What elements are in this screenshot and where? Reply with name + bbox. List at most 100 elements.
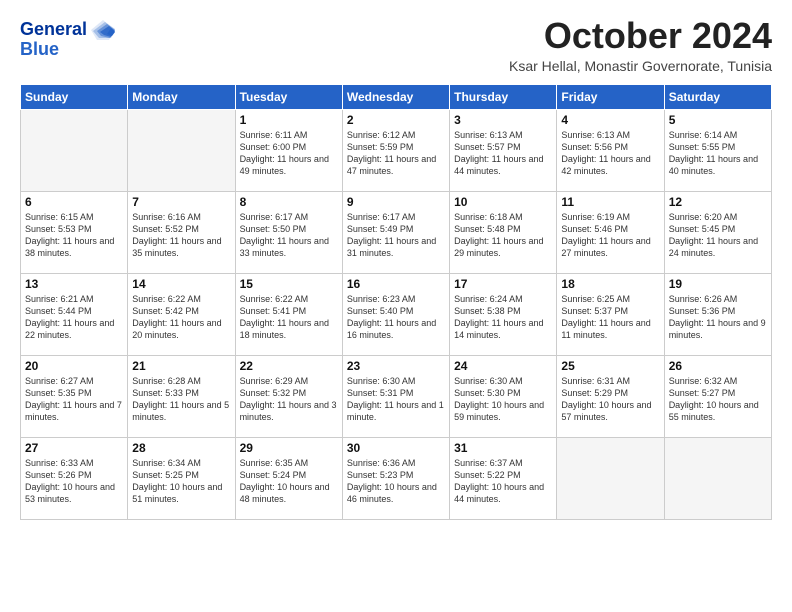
calendar-week-row: 20 Sunrise: 6:27 AMSunset: 5:35 PMDayligh…: [21, 355, 772, 437]
cell-content: Sunrise: 6:19 AMSunset: 5:46 PMDaylight:…: [561, 211, 659, 260]
cell-content: Sunrise: 6:37 AMSunset: 5:22 PMDaylight:…: [454, 457, 552, 506]
logo-icon: [89, 16, 117, 44]
day-number: 10: [454, 195, 552, 209]
day-number: 21: [132, 359, 230, 373]
calendar-cell: 16Sunrise: 6:23 AMSunset: 5:40 PMDayligh…: [342, 273, 449, 355]
header-wednesday: Wednesday: [342, 84, 449, 109]
header-saturday: Saturday: [664, 84, 771, 109]
day-number: 24: [454, 359, 552, 373]
day-number: 4: [561, 113, 659, 127]
day-number: 17: [454, 277, 552, 291]
calendar-cell: 2Sunrise: 6:12 AMSunset: 5:59 PMDaylight…: [342, 109, 449, 191]
day-number: 3: [454, 113, 552, 127]
calendar-cell: 25Sunrise: 6:31 AMSunset: 5:29 PMDayligh…: [557, 355, 664, 437]
calendar-cell: 7 Sunrise: 6:16 AMSunset: 5:52 PMDaylight…: [128, 191, 235, 273]
day-number: 13: [25, 277, 123, 291]
header-friday: Friday: [557, 84, 664, 109]
cell-content: Sunrise: 6:33 AMSunset: 5:26 PMDaylight:…: [25, 457, 123, 506]
cell-content: Sunrise: 6:17 AMSunset: 5:49 PMDaylight:…: [347, 211, 445, 260]
calendar-cell: [21, 109, 128, 191]
calendar-cell: 12Sunrise: 6:20 AMSunset: 5:45 PMDayligh…: [664, 191, 771, 273]
day-number: 1: [240, 113, 338, 127]
logo: General Blue: [20, 16, 117, 60]
header-sunday: Sunday: [21, 84, 128, 109]
cell-content: Sunrise: 6:30 AMSunset: 5:30 PMDaylight:…: [454, 375, 552, 424]
cell-content: Sunrise: 6:29 AMSunset: 5:32 PMDaylight:…: [240, 375, 338, 424]
calendar-cell: 21 Sunrise: 6:28 AMSunset: 5:33 PMDayligh…: [128, 355, 235, 437]
calendar-cell: 31 Sunrise: 6:37 AMSunset: 5:22 PMDayligh…: [450, 437, 557, 519]
cell-content: Sunrise: 6:16 AMSunset: 5:52 PMDaylight:…: [132, 211, 230, 260]
title-section: October 2024 Ksar Hellal, Monastir Gover…: [509, 16, 772, 74]
month-title: October 2024: [509, 16, 772, 56]
cell-content: Sunrise: 6:32 AMSunset: 5:27 PMDaylight:…: [669, 375, 767, 424]
day-number: 22: [240, 359, 338, 373]
day-number: 11: [561, 195, 659, 209]
calendar-cell: 3 Sunrise: 6:13 AMSunset: 5:57 PMDaylight…: [450, 109, 557, 191]
calendar-cell: [557, 437, 664, 519]
day-number: 26: [669, 359, 767, 373]
cell-content: Sunrise: 6:30 AMSunset: 5:31 PMDaylight:…: [347, 375, 445, 424]
cell-content: Sunrise: 6:28 AMSunset: 5:33 PMDaylight:…: [132, 375, 230, 424]
day-number: 29: [240, 441, 338, 455]
day-number: 16: [347, 277, 445, 291]
day-number: 9: [347, 195, 445, 209]
day-number: 20: [25, 359, 123, 373]
cell-content: Sunrise: 6:11 AMSunset: 6:00 PMDaylight:…: [240, 129, 338, 178]
header: General Blue October 2024 Ksar Hellal, M…: [20, 16, 772, 74]
cell-content: Sunrise: 6:24 AMSunset: 5:38 PMDaylight:…: [454, 293, 552, 342]
cell-content: Sunrise: 6:25 AMSunset: 5:37 PMDaylight:…: [561, 293, 659, 342]
day-number: 30: [347, 441, 445, 455]
cell-content: Sunrise: 6:36 AMSunset: 5:23 PMDaylight:…: [347, 457, 445, 506]
cell-content: Sunrise: 6:27 AMSunset: 5:35 PMDaylight:…: [25, 375, 123, 424]
calendar-week-row: 27 Sunrise: 6:33 AMSunset: 5:26 PMDayligh…: [21, 437, 772, 519]
calendar-cell: 18 Sunrise: 6:25 AMSunset: 5:37 PMDayligh…: [557, 273, 664, 355]
calendar-cell: 10Sunrise: 6:18 AMSunset: 5:48 PMDayligh…: [450, 191, 557, 273]
calendar-cell: 6 Sunrise: 6:15 AMSunset: 5:53 PMDaylight…: [21, 191, 128, 273]
cell-content: Sunrise: 6:22 AMSunset: 5:41 PMDaylight:…: [240, 293, 338, 342]
cell-content: Sunrise: 6:13 AMSunset: 5:57 PMDaylight:…: [454, 129, 552, 178]
header-monday: Monday: [128, 84, 235, 109]
calendar-header-row: Sunday Monday Tuesday Wednesday Thursday…: [21, 84, 772, 109]
calendar: Sunday Monday Tuesday Wednesday Thursday…: [20, 84, 772, 520]
calendar-cell: 5 Sunrise: 6:14 AMSunset: 5:55 PMDaylight…: [664, 109, 771, 191]
calendar-cell: 13 Sunrise: 6:21 AMSunset: 5:44 PMDayligh…: [21, 273, 128, 355]
calendar-cell: 23Sunrise: 6:30 AMSunset: 5:31 PMDayligh…: [342, 355, 449, 437]
cell-content: Sunrise: 6:26 AMSunset: 5:36 PMDaylight:…: [669, 293, 767, 342]
day-number: 2: [347, 113, 445, 127]
calendar-cell: 28 Sunrise: 6:34 AMSunset: 5:25 PMDayligh…: [128, 437, 235, 519]
calendar-cell: 26 Sunrise: 6:32 AMSunset: 5:27 PMDayligh…: [664, 355, 771, 437]
calendar-cell: 29Sunrise: 6:35 AMSunset: 5:24 PMDayligh…: [235, 437, 342, 519]
day-number: 6: [25, 195, 123, 209]
cell-content: Sunrise: 6:14 AMSunset: 5:55 PMDaylight:…: [669, 129, 767, 178]
calendar-cell: 1 Sunrise: 6:11 AMSunset: 6:00 PMDaylight…: [235, 109, 342, 191]
calendar-cell: 11 Sunrise: 6:19 AMSunset: 5:46 PMDayligh…: [557, 191, 664, 273]
day-number: 14: [132, 277, 230, 291]
header-thursday: Thursday: [450, 84, 557, 109]
day-number: 5: [669, 113, 767, 127]
calendar-cell: 22 Sunrise: 6:29 AMSunset: 5:32 PMDayligh…: [235, 355, 342, 437]
day-number: 25: [561, 359, 659, 373]
day-number: 31: [454, 441, 552, 455]
calendar-cell: [664, 437, 771, 519]
calendar-cell: 24 Sunrise: 6:30 AMSunset: 5:30 PMDayligh…: [450, 355, 557, 437]
calendar-cell: 4Sunrise: 6:13 AMSunset: 5:56 PMDaylight…: [557, 109, 664, 191]
logo-text-blue: Blue: [20, 40, 59, 60]
calendar-cell: 14Sunrise: 6:22 AMSunset: 5:42 PMDayligh…: [128, 273, 235, 355]
calendar-week-row: 13 Sunrise: 6:21 AMSunset: 5:44 PMDayligh…: [21, 273, 772, 355]
day-number: 15: [240, 277, 338, 291]
cell-content: Sunrise: 6:15 AMSunset: 5:53 PMDaylight:…: [25, 211, 123, 260]
calendar-cell: 17 Sunrise: 6:24 AMSunset: 5:38 PMDayligh…: [450, 273, 557, 355]
day-number: 7: [132, 195, 230, 209]
day-number: 18: [561, 277, 659, 291]
calendar-cell: 19 Sunrise: 6:26 AMSunset: 5:36 PMDayligh…: [664, 273, 771, 355]
calendar-cell: 27 Sunrise: 6:33 AMSunset: 5:26 PMDayligh…: [21, 437, 128, 519]
logo-text-general: General: [20, 20, 87, 40]
subtitle: Ksar Hellal, Monastir Governorate, Tunis…: [509, 58, 772, 74]
cell-content: Sunrise: 6:20 AMSunset: 5:45 PMDaylight:…: [669, 211, 767, 260]
page: General Blue October 2024 Ksar Hellal, M…: [0, 0, 792, 612]
day-number: 27: [25, 441, 123, 455]
cell-content: Sunrise: 6:34 AMSunset: 5:25 PMDaylight:…: [132, 457, 230, 506]
day-number: 28: [132, 441, 230, 455]
day-number: 19: [669, 277, 767, 291]
cell-content: Sunrise: 6:21 AMSunset: 5:44 PMDaylight:…: [25, 293, 123, 342]
